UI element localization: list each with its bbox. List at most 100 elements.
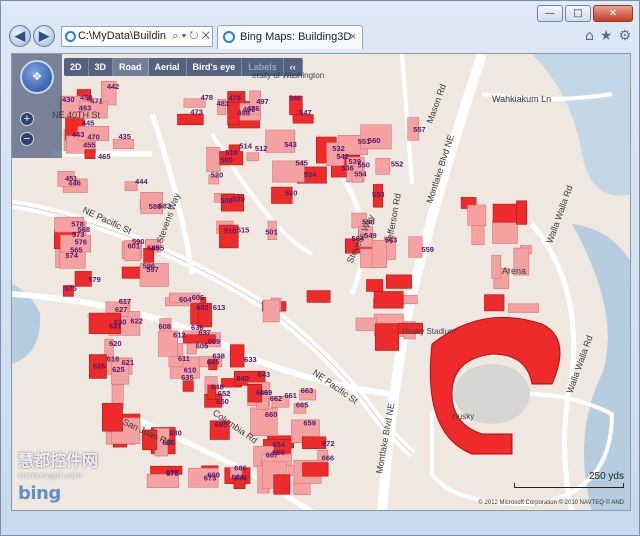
building-number-label[interactable]: 611 [178,354,190,363]
building-footprint[interactable] [206,146,221,173]
building-footprint[interactable] [373,291,404,309]
building-number-label[interactable]: 550 [357,160,370,169]
building-number-label[interactable]: 652 [218,389,231,398]
building-number-label[interactable]: 534 [304,170,317,179]
labels-toggle[interactable]: Labels [242,58,284,76]
building-number-label[interactable]: 669 [260,388,273,397]
maximize-button[interactable]: □ [565,5,591,22]
aerial-style-button[interactable]: Aerial [149,58,187,76]
building-number-label[interactable]: 680 [169,429,182,438]
building-number-label[interactable]: 575 [64,284,77,293]
building-footprint[interactable] [302,462,329,477]
building-number-label[interactable]: 579 [88,275,101,284]
building-number-label[interactable]: 473 [190,107,203,116]
building-number-label[interactable]: 470 [87,133,100,142]
building-footprint[interactable] [371,240,387,268]
building-number-label[interactable]: 557 [413,125,426,134]
building-number-label[interactable]: 512 [255,144,268,153]
building-number-label[interactable]: 529 [232,195,245,204]
building-number-label[interactable]: 660 [265,410,278,419]
building-number-label[interactable]: 545 [295,158,308,167]
building-number-label[interactable]: 645 [207,357,220,366]
settings-icon[interactable]: ⚙ [618,28,631,44]
building-footprint[interactable] [484,294,505,312]
building-number-label[interactable]: 604 [179,295,192,304]
building-number-label[interactable]: 609 [208,337,221,346]
building-footprint[interactable] [374,323,399,351]
building-number-label[interactable]: 514 [239,142,252,151]
building-number-label[interactable]: 640 [236,374,249,383]
building-number-label[interactable]: 574 [65,251,78,260]
birds-eye-button[interactable]: Bird's eye [187,58,243,76]
building-number-label[interactable]: 586 [149,202,162,211]
building-number-label[interactable]: 442 [107,82,120,91]
building-number-label[interactable]: 576 [75,238,88,247]
building-number-label[interactable]: 435 [118,132,131,141]
building-number-label[interactable]: 497 [256,97,269,106]
building-number-label[interactable]: 643 [258,370,271,379]
minimize-button[interactable]: — [537,5,563,22]
forward-button[interactable]: ▶ [33,25,55,47]
building-number-label[interactable]: 597 [146,265,159,274]
building-number-label[interactable]: 546 [289,93,302,102]
building-number-label[interactable]: 543 [284,140,297,149]
building-number-label[interactable]: 620 [109,339,122,348]
building-number-label[interactable]: 444 [135,177,148,186]
tab-bing-maps[interactable]: Bing Maps: Building3D × [217,25,363,49]
building-footprint[interactable] [491,254,502,279]
building-number-label[interactable]: 635 [181,373,194,382]
address-bar[interactable]: C:\MyData\Buildin ⌕ ▾ ↻ ✕ [61,26,213,47]
building-number-label[interactable]: 498 [237,108,250,117]
building-number-label[interactable]: 560 [368,136,381,145]
building-number-label[interactable]: 465 [98,152,111,161]
building-number-label[interactable]: 672 [322,439,335,448]
building-footprint[interactable] [375,158,391,175]
home-icon[interactable]: ⌂ [585,28,594,44]
building-footprint[interactable] [102,403,123,432]
building-number-label[interactable]: 663 [301,386,314,395]
building-number-label[interactable]: 637 [198,328,211,337]
building-number-label[interactable]: 508 [220,196,233,205]
building-number-label[interactable]: 661 [284,391,297,400]
building-number-label[interactable]: 479 [228,93,241,102]
building-number-label[interactable]: 530 [285,188,298,197]
building-footprint[interactable] [273,474,291,495]
zoom-in-button[interactable]: + [20,112,34,126]
building-number-label[interactable]: 633 [244,355,257,364]
favorites-icon[interactable]: ★ [600,28,613,44]
building-number-label[interactable]: 455 [83,141,96,150]
building-number-label[interactable]: 618 [107,355,120,364]
building-number-label[interactable]: 578 [71,220,84,229]
building-number-label[interactable]: 553 [372,190,385,199]
building-number-label[interactable]: 515 [237,226,250,235]
building-footprint[interactable] [262,299,280,323]
building-number-label[interactable]: 478 [201,93,214,102]
building-number-label[interactable]: 542 [336,152,349,161]
building-number-label[interactable]: 481 [217,99,230,108]
building-number-label[interactable]: 613 [213,303,226,312]
building-number-label[interactable]: 667 [266,451,279,460]
tab-close-icon[interactable]: × [350,26,356,48]
building-number-label[interactable]: 686 [234,463,247,472]
building-number-label[interactable]: 677 [166,468,179,477]
close-button[interactable]: ✕ [593,5,633,22]
building-footprint[interactable] [408,236,423,258]
building-number-label[interactable]: 665 [296,400,309,409]
building-footprint[interactable] [246,152,260,162]
building-footprint[interactable] [507,303,539,313]
map-canvas[interactable]: 4304354424434444454464504514554634654704… [12,54,631,511]
bing-logo[interactable]: bing [18,483,61,504]
address-tools-icon[interactable]: ⌕ ▾ ↻ ✕ [170,27,210,46]
building-footprint[interactable] [84,149,96,159]
building-number-label[interactable]: 559 [421,245,434,254]
building-number-label[interactable]: 608 [158,322,171,331]
building-footprint[interactable] [467,204,487,226]
collapse-toolbar-button[interactable]: ‹‹ [284,58,303,76]
building-footprint[interactable] [355,317,377,331]
building-number-label[interactable]: 602 [196,303,209,312]
building-number-label[interactable]: 625 [112,365,125,374]
building-number-label[interactable]: 471 [90,97,103,106]
building-footprint[interactable] [306,290,331,303]
building-footprint[interactable] [516,200,528,225]
building-number-label[interactable]: 552 [391,159,404,168]
